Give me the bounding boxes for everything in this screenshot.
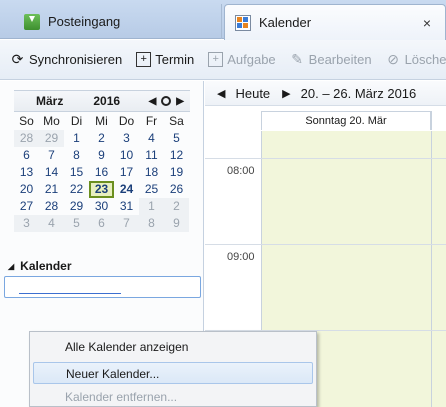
mini-calendar-nav: ◀ ▶ [149, 96, 184, 107]
calendar-list-heading[interactable]: ◢ Kalender [8, 259, 72, 273]
day-cell[interactable]: 29 [39, 130, 64, 147]
input-underline [19, 293, 121, 294]
today-button[interactable]: Heute [235, 86, 270, 101]
calendar-name-input[interactable] [4, 276, 201, 298]
close-icon[interactable]: × [423, 15, 431, 31]
day-cell[interactable]: 5 [164, 130, 189, 147]
new-event-icon: + [136, 52, 152, 67]
new-task-icon: + [208, 52, 224, 67]
new-event-button[interactable]: + Termin [136, 52, 194, 67]
delete-button[interactable]: ⊘ Löschen [386, 51, 446, 68]
sync-button[interactable]: ⟳ Synchronisieren [10, 51, 123, 68]
day-cell[interactable]: 2 [164, 198, 189, 215]
tab-kalender[interactable]: Kalender × [224, 4, 446, 40]
pencil-icon: ✎ [291, 51, 304, 67]
day-cell[interactable]: 10 [114, 147, 139, 164]
menu-item-remove-calendar[interactable]: Kalender entfernen... [33, 386, 313, 407]
day-cell[interactable]: 11 [139, 147, 164, 164]
day-cell[interactable]: 8 [139, 215, 164, 232]
menu-item-show-all-calendars[interactable]: Alle Kalender anzeigen [33, 336, 313, 358]
day-cell[interactable]: 9 [164, 215, 189, 232]
day-cell[interactable]: 29 [64, 198, 89, 215]
toolbar: ⟳ Synchronisieren + Termin + Aufgabe ✎ B… [0, 40, 446, 80]
day-cell[interactable]: 27 [14, 198, 39, 215]
weekday-label: Sa [169, 114, 184, 128]
day-cell[interactable]: 1 [64, 130, 89, 147]
day-cell[interactable]: 7 [114, 215, 139, 232]
day-cell[interactable]: 3 [114, 130, 139, 147]
month-selector[interactable]: März [36, 94, 63, 108]
day-cell[interactable]: 15 [64, 164, 89, 181]
day-cell[interactable]: 4 [139, 130, 164, 147]
delete-icon: ⊘ [387, 51, 399, 67]
previous-month-icon[interactable]: ◀ [149, 96, 157, 107]
view-nav-bar: ◀ Heute ▶ 20. – 26. März 2016 [205, 81, 446, 106]
next-week-icon[interactable]: ▶ [282, 87, 290, 100]
day-cell[interactable]: 16 [89, 164, 114, 181]
weekday-label: Do [118, 114, 135, 128]
inbox-icon [24, 13, 40, 30]
day-cell[interactable]: 7 [39, 147, 64, 164]
collapse-triangle-icon[interactable]: ◢ [8, 262, 14, 271]
day-cell[interactable]: 20 [14, 181, 39, 198]
next-month-icon[interactable]: ▶ [176, 96, 184, 107]
date-range-label: 20. – 26. März 2016 [300, 85, 417, 101]
day-cell[interactable]: 1 [139, 198, 164, 215]
context-menu: Alle Kalender anzeigen Neuer Kalender...… [29, 331, 317, 407]
day-cell[interactable]: 25 [139, 181, 164, 198]
mini-calendar: März 2016 ◀ ▶ So Mo Di Mi Do Fr Sa 28 29 1 2 3 4 5 6 7 8… [14, 90, 190, 232]
time-label: 08:00 [227, 165, 255, 177]
day-cell[interactable]: 8 [64, 147, 89, 164]
weekday-label: So [19, 114, 34, 128]
tab-label: Kalender [259, 15, 312, 30]
day-header-next[interactable] [431, 111, 446, 130]
day-cell-today[interactable]: 23 [89, 181, 114, 198]
day-cell[interactable]: 18 [139, 164, 164, 181]
weekday-label: Mi [95, 114, 108, 128]
menu-item-new-calendar[interactable]: Neuer Kalender... [33, 362, 313, 384]
day-cell[interactable]: 3 [14, 215, 39, 232]
day-cell[interactable]: 28 [14, 130, 39, 147]
day-cell[interactable]: 13 [14, 164, 39, 181]
year-selector[interactable]: 2016 [93, 94, 120, 108]
day-cell[interactable]: 6 [14, 147, 39, 164]
day-cell[interactable]: 26 [164, 181, 189, 198]
weekday-label: Di [70, 114, 83, 128]
tab-posteingang[interactable]: Posteingang [0, 4, 222, 39]
sync-icon: ⟳ [11, 51, 24, 67]
calendar-icon [235, 14, 251, 31]
weekday-label: Mo [43, 114, 60, 128]
day-cell[interactable]: 24 [114, 181, 139, 198]
previous-week-icon[interactable]: ◀ [217, 87, 225, 100]
mini-calendar-header: März 2016 ◀ ▶ [14, 90, 190, 112]
day-header[interactable]: Sonntag 20. Mär [261, 111, 431, 130]
day-cell[interactable]: 21 [39, 181, 64, 198]
weekday-label: Fr [145, 114, 158, 128]
day-cell[interactable]: 30 [89, 198, 114, 215]
day-cell[interactable]: 22 [64, 181, 89, 198]
day-cell[interactable]: 5 [64, 215, 89, 232]
tab-bar: Posteingang Kalender × [0, 0, 446, 40]
today-icon[interactable] [161, 96, 172, 106]
day-cell[interactable]: 4 [39, 215, 64, 232]
day-cell[interactable]: 14 [39, 164, 64, 181]
day-cell[interactable]: 28 [39, 198, 64, 215]
day-column-next[interactable] [431, 131, 446, 407]
time-label: 09:00 [227, 251, 255, 263]
hour-line [205, 158, 446, 159]
hour-line [205, 244, 446, 245]
mini-calendar-grid: So Mo Di Mi Do Fr Sa 28 29 1 2 3 4 5 6 7 8 9 10 11 12 13 14 15 1… [14, 113, 190, 232]
day-cell[interactable]: 17 [114, 164, 139, 181]
day-cell[interactable]: 2 [89, 130, 114, 147]
edit-button[interactable]: ✎ Bearbeiten [290, 51, 371, 68]
tab-label: Posteingang [48, 14, 121, 29]
day-cell[interactable]: 31 [114, 198, 139, 215]
day-cell[interactable]: 6 [89, 215, 114, 232]
day-cell[interactable]: 12 [164, 147, 189, 164]
day-cell[interactable]: 9 [89, 147, 114, 164]
new-task-button[interactable]: + Aufgabe [208, 52, 276, 67]
day-cell[interactable]: 19 [164, 164, 189, 181]
